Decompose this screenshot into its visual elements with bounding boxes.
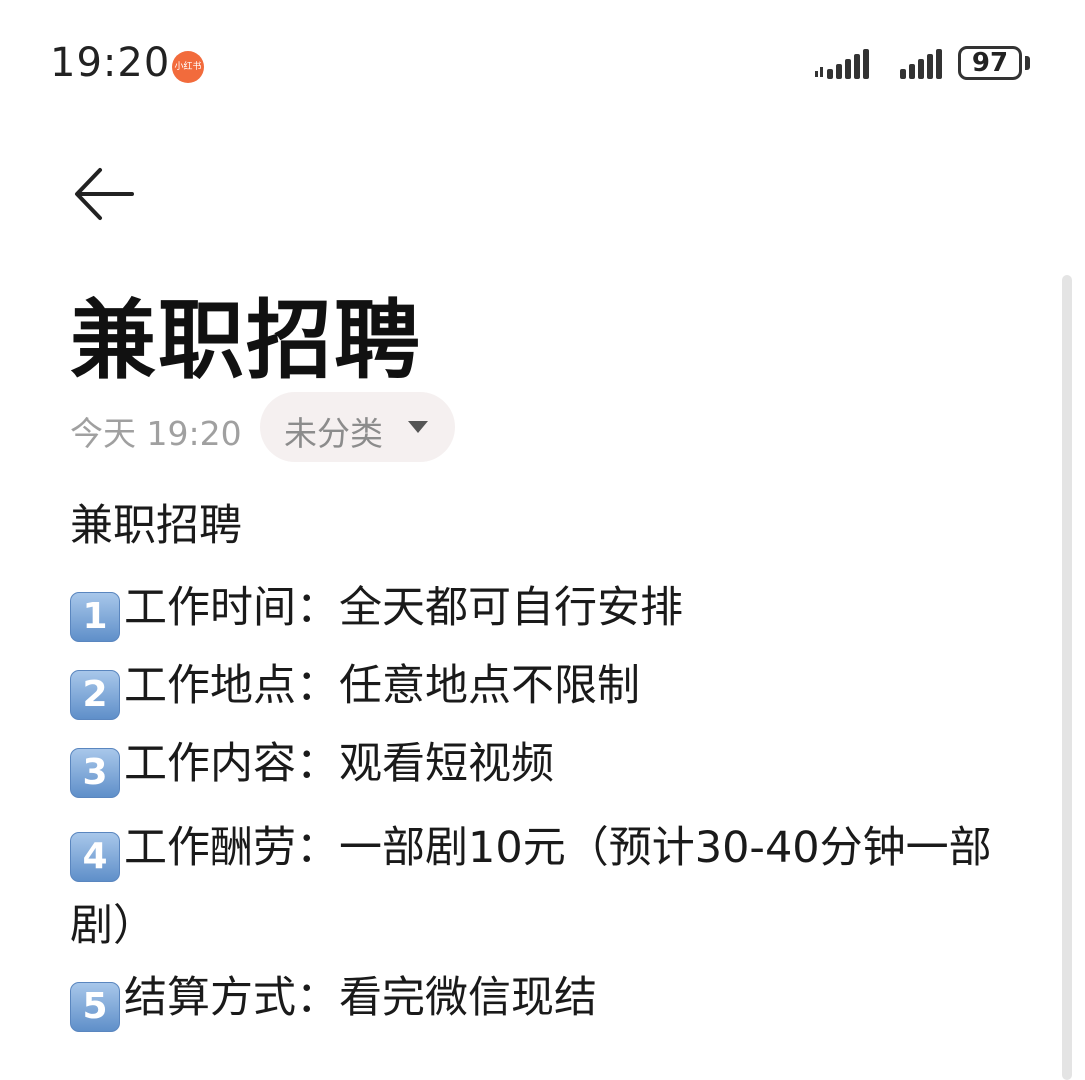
scrollbar[interactable] — [1062, 275, 1072, 1080]
list-item-text: 工作时间：全天都可自行安排 — [124, 583, 683, 633]
list-item: 3 工作内容：观看短视频 — [70, 731, 1020, 809]
category-selector[interactable]: 未分类 — [260, 392, 455, 462]
battery-icon: 97 — [958, 46, 1022, 80]
battery-tip — [1025, 56, 1030, 70]
number-1-icon: 1 — [70, 592, 120, 642]
note-date: 今天 19:20 — [70, 414, 242, 453]
list-item: 1 工作时间：全天都可自行安排 — [70, 575, 1020, 653]
signal-icon — [815, 49, 869, 79]
list-item: 4 工作酬劳：一部剧10元（预计30-40分钟一部剧） — [70, 809, 1020, 965]
note-body[interactable]: 兼职招聘 1 工作时间：全天都可自行安排 2 工作地点：任意地点不限制 3 工作内容：… — [70, 493, 1020, 1043]
body-heading: 兼职招聘 — [70, 501, 242, 551]
status-time: 19:20 — [50, 40, 171, 86]
number-4-icon: 4 — [70, 832, 120, 882]
status-bar: 19:20 小红书 97 — [0, 0, 1085, 130]
app-notification-icon: 小红书 — [172, 51, 204, 83]
note-title[interactable]: 兼职招聘 — [70, 270, 422, 395]
back-arrow-icon[interactable] — [72, 165, 136, 223]
number-2-icon: 2 — [70, 670, 120, 720]
number-3-icon: 3 — [70, 748, 120, 798]
list-item-text: 工作地点：任意地点不限制 — [124, 661, 640, 711]
dropdown-caret-icon — [408, 421, 428, 433]
list-item-text: 工作酬劳：一部剧10元（预计30-40分钟一部剧） — [70, 823, 992, 951]
signal-icon — [900, 49, 942, 79]
list-item-text: 结算方式：看完微信现结 — [124, 973, 597, 1023]
list-item-text: 工作内容：观看短视频 — [124, 739, 554, 789]
number-5-icon: 5 — [70, 982, 120, 1032]
list-item: 5 结算方式：看完微信现结 — [70, 965, 1020, 1043]
category-label: 未分类 — [284, 414, 383, 453]
list-item: 2 工作地点：任意地点不限制 — [70, 653, 1020, 731]
